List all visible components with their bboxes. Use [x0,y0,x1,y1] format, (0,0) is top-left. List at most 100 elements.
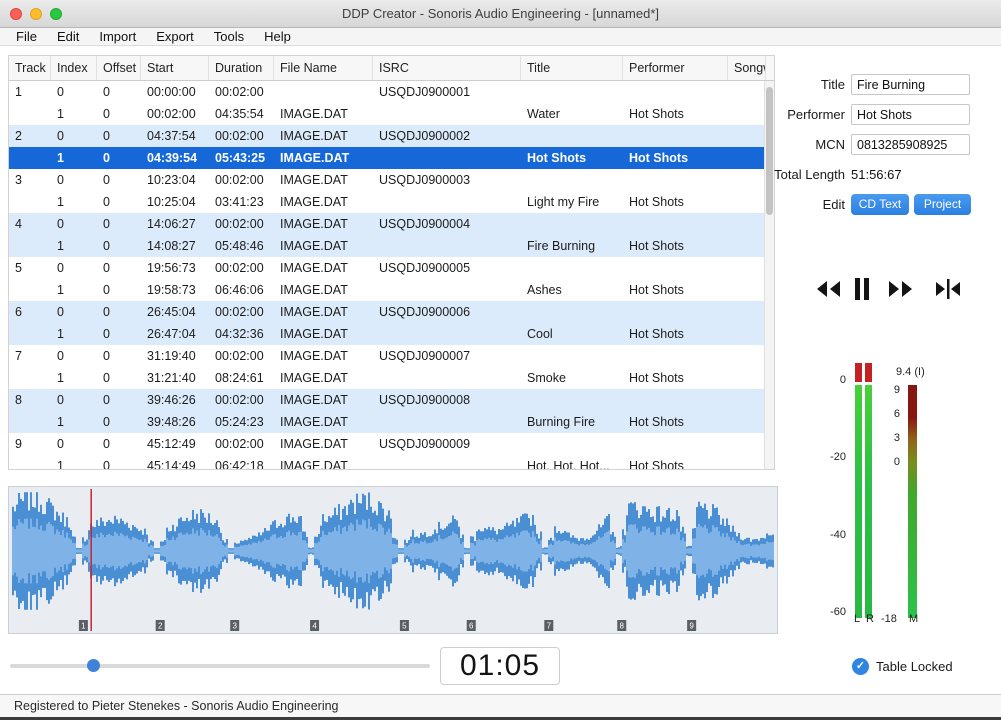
performer-input[interactable] [851,104,970,125]
menu-item-file[interactable]: File [6,28,47,45]
close-button[interactable] [10,8,22,20]
channel-m-label: M [909,613,918,625]
table-cell: IMAGE.DAT [274,279,373,301]
table-row[interactable]: 50019:56:7300:02:00IMAGE.DATUSQDJ0900005 [9,257,766,279]
column-header-songw[interactable]: Songw [728,56,766,80]
table-cell: 9 [9,433,51,455]
track-marker[interactable]: 1 [79,620,88,631]
table-locked-checkbox[interactable]: ✓ Table Locked [852,658,953,675]
table-cell: 10:23:04 [141,169,209,191]
table-row[interactable]: 1019:58:7306:46:06IMAGE.DATAshesHot Shot… [9,279,766,301]
rewind-button[interactable] [815,276,843,302]
menu-item-help[interactable]: Help [254,28,301,45]
minimize-button[interactable] [30,8,42,20]
table-cell [728,345,766,367]
table-cell: 3 [9,169,51,191]
title-input[interactable] [851,74,970,95]
table-cell: 2 [9,125,51,147]
track-marker[interactable]: 8 [617,620,626,631]
check-icon: ✓ [852,658,869,675]
column-header-isrc[interactable]: ISRC [373,56,521,80]
table-row[interactable]: 70031:19:4000:02:00IMAGE.DATUSQDJ0900007 [9,345,766,367]
seek-slider[interactable] [10,655,430,677]
table-row[interactable]: 1000:02:0004:35:54IMAGE.DATWaterHot Shot… [9,103,766,125]
table-cell: 1 [51,323,97,345]
table-cell: 00:00:00 [141,81,209,103]
track-marker[interactable]: 2 [156,620,165,631]
table-row[interactable]: 1045:14:4906:42:18IMAGE.DATHot, Hot, Hot… [9,455,766,470]
table-cell: 0 [97,323,141,345]
table-row[interactable]: 90045:12:4900:02:00IMAGE.DATUSQDJ0900009 [9,433,766,455]
column-header-offset[interactable]: Offset [97,56,141,80]
table-cell [728,433,766,455]
track-marker[interactable]: 4 [310,620,319,631]
meter-bar-right [865,385,872,618]
menu-item-edit[interactable]: Edit [47,28,89,45]
table-cell: 14:06:27 [141,213,209,235]
menu-item-import[interactable]: Import [89,28,146,45]
column-header-duration[interactable]: Duration [209,56,274,80]
table-row[interactable]: 10000:00:0000:02:00USQDJ0900001 [9,81,766,103]
table-row[interactable]: 30010:23:0400:02:00IMAGE.DATUSQDJ0900003 [9,169,766,191]
table-cell [274,81,373,103]
table-row[interactable]: 40014:06:2700:02:00IMAGE.DATUSQDJ0900004 [9,213,766,235]
table-cell [623,389,728,411]
table-cell: IMAGE.DAT [274,147,373,169]
table-row[interactable]: 60026:45:0400:02:00IMAGE.DATUSQDJ0900006 [9,301,766,323]
table-row[interactable]: 1031:21:4008:24:61IMAGE.DATSmokeHot Shot… [9,367,766,389]
maximize-button[interactable] [50,8,62,20]
menu-item-tools[interactable]: Tools [204,28,254,45]
table-cell [521,125,623,147]
table-row[interactable]: 80039:46:2600:02:00IMAGE.DATUSQDJ0900008 [9,389,766,411]
table-cell: Fire Burning [521,235,623,257]
table-row[interactable]: 1026:47:0404:32:36IMAGE.DATCoolHot Shots [9,323,766,345]
column-header-start[interactable]: Start [141,56,209,80]
table-cell: IMAGE.DAT [274,213,373,235]
mcn-input[interactable] [851,134,970,155]
pause-icon [853,277,871,301]
project-button[interactable]: Project [914,194,971,215]
cd-text-button[interactable]: CD Text [851,194,909,215]
table-cell: Smoke [521,367,623,389]
track-marker[interactable]: 6 [467,620,476,631]
table-cell: 08:24:61 [209,367,274,389]
table-row[interactable]: 20004:37:5400:02:00IMAGE.DATUSQDJ0900002 [9,125,766,147]
column-header-performer[interactable]: Performer [623,56,728,80]
table-cell [373,235,521,257]
table-row[interactable]: 1039:48:2605:24:23IMAGE.DATBurning FireH… [9,411,766,433]
table-cell: 0 [97,389,141,411]
waveform-display[interactable]: 1 2 3 4 5 6 7 8 9 [8,486,778,634]
column-header-file-name[interactable]: File Name [274,56,373,80]
pause-button[interactable] [853,276,881,302]
column-header-title[interactable]: Title [521,56,623,80]
fast-forward-button[interactable] [886,276,914,302]
table-cell: 0 [97,235,141,257]
seek-slider-thumb[interactable] [87,659,100,672]
column-header-index[interactable]: Index [51,56,97,80]
table-cell: 45:14:49 [141,455,209,470]
track-marker[interactable]: 7 [544,620,553,631]
menu-item-export[interactable]: Export [146,28,204,45]
track-marker[interactable]: 9 [687,620,696,631]
table-cell: Hot Shots [623,147,728,169]
column-header-track[interactable]: Track [9,56,51,80]
table-cell [521,389,623,411]
table-cell [728,323,766,345]
seek-slider-track[interactable] [10,664,430,668]
table-cell: 0 [97,345,141,367]
table-cell: 0 [51,389,97,411]
table-cell [728,213,766,235]
table-row[interactable]: 1014:08:2705:48:46IMAGE.DATFire BurningH… [9,235,766,257]
track-marker[interactable]: 3 [230,620,239,631]
table-cell: 0 [97,169,141,191]
table-cell: 00:02:00 [209,389,274,411]
table-cell: 0 [97,301,141,323]
lr-scale-60: -60 [824,606,846,618]
table-row[interactable]: 1004:39:5405:43:25IMAGE.DATHot ShotsHot … [9,147,766,169]
track-marker[interactable]: 5 [400,620,409,631]
table-row[interactable]: 1010:25:0403:41:23IMAGE.DATLight my Fire… [9,191,766,213]
table-cell: 00:02:00 [209,169,274,191]
table-cell [728,125,766,147]
goto-cursor-button[interactable] [934,276,962,302]
table-cell [9,147,51,169]
